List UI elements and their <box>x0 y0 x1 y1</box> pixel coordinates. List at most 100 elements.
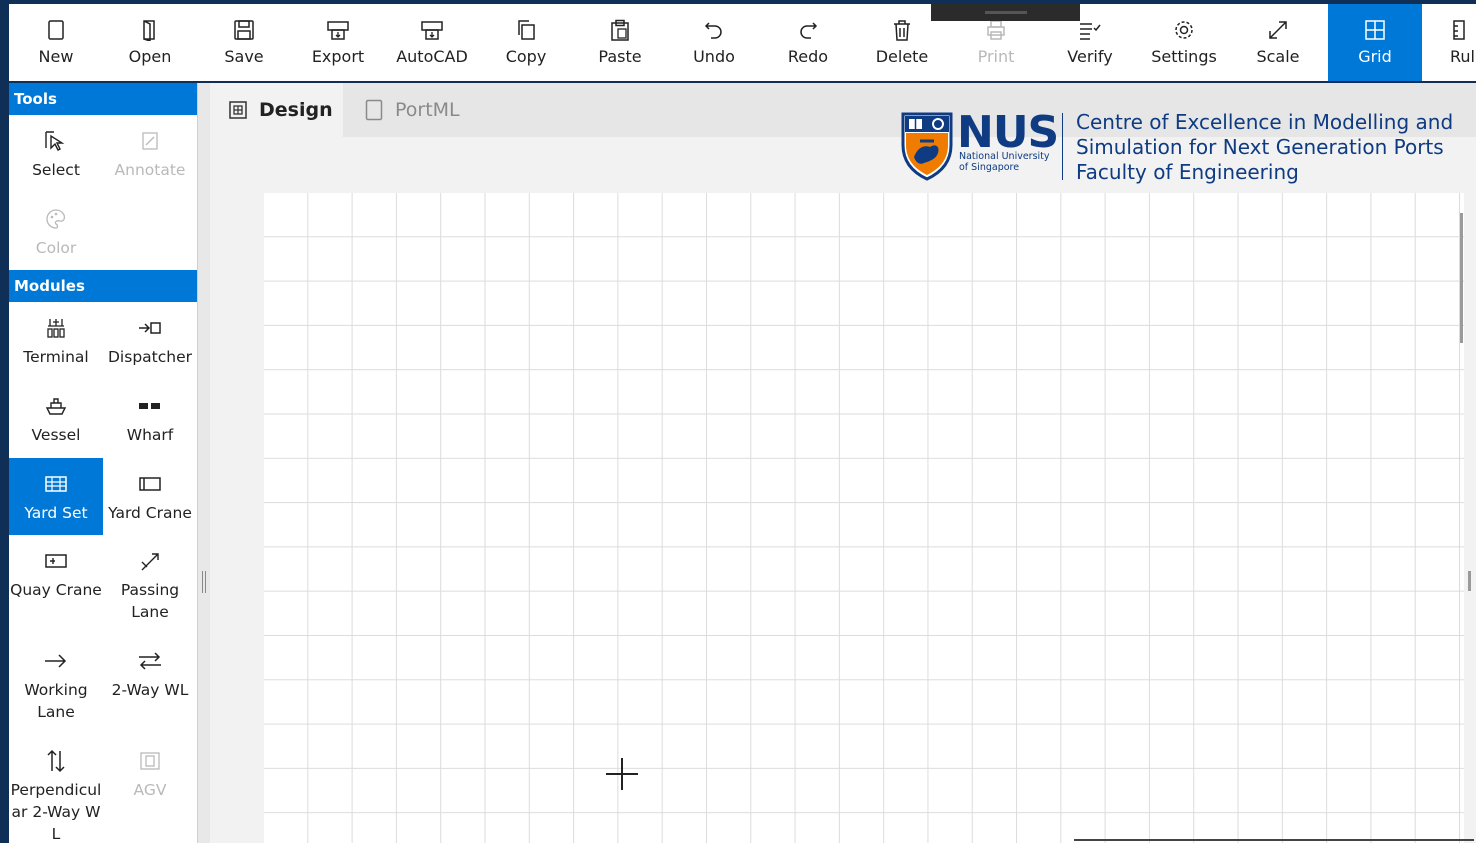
logo-divider <box>1062 113 1063 180</box>
agv-module-button[interactable]: AGV <box>103 735 197 843</box>
ruler-button[interactable]: Rul <box>1422 4 1476 81</box>
vessel-module-button[interactable]: Vessel <box>9 380 103 458</box>
working-lane-label: Working Lane <box>24 681 88 721</box>
redo-icon <box>797 17 819 43</box>
scale-button[interactable]: Scale <box>1231 4 1325 81</box>
wharf-module-button[interactable]: Wharf <box>103 380 197 458</box>
nus-full-name: National University of Singapore <box>959 151 1050 173</box>
perpendicular-two-way-wl-module-button[interactable]: Perpendicular 2-Way WL <box>9 735 103 843</box>
undo-label: Undo <box>693 47 735 66</box>
dispatcher-module-button[interactable]: Dispatcher <box>103 302 197 380</box>
redo-label: Redo <box>787 47 829 66</box>
paste-button[interactable]: Paste <box>573 4 667 81</box>
design-canvas[interactable] <box>264 193 1464 843</box>
redo-button[interactable]: Redo <box>761 4 855 81</box>
undo-button[interactable]: Undo <box>667 4 761 81</box>
tools-header: Tools <box>9 83 197 115</box>
tab-portml-label: PortML <box>395 99 460 121</box>
open-file-icon <box>140 17 160 43</box>
save-label: Save <box>224 47 264 66</box>
passing-lane-module-button[interactable]: Passing Lane <box>103 535 197 635</box>
two-way-wl-label: 2-Way WL <box>111 681 189 699</box>
centre-line-1: Centre of Excellence in Modelling and <box>1076 110 1454 134</box>
yard-crane-label: Yard Crane <box>108 504 192 522</box>
dispatcher-label: Dispatcher <box>108 348 192 366</box>
tab-portml[interactable]: PortML <box>343 83 473 137</box>
dispatcher-icon <box>137 316 163 340</box>
terminal-module-button[interactable]: Terminal <box>9 302 103 380</box>
settings-label: Settings <box>1151 47 1217 66</box>
autocad-icon <box>420 17 444 43</box>
export-button[interactable]: Export <box>291 4 385 81</box>
design-grid-icon <box>229 101 247 119</box>
open-label: Open <box>128 47 172 66</box>
canvas-bottom-edge <box>1074 839 1474 841</box>
export-icon <box>326 17 350 43</box>
yard-crane-module-button[interactable]: Yard Crane <box>103 458 197 535</box>
tab-design[interactable]: Design <box>210 83 343 137</box>
color-tool-button[interactable]: Color <box>9 193 103 271</box>
right-panel-grip[interactable] <box>1468 571 1471 591</box>
perpendicular-two-way-wl-label: Perpendicular 2-Way WL <box>10 781 102 843</box>
agv-icon <box>137 749 163 773</box>
copy-label: Copy <box>505 47 547 66</box>
centre-line-2: Simulation for Next Generation Ports <box>1076 135 1444 159</box>
annotate-tool-button[interactable]: Annotate <box>103 115 197 193</box>
vessel-icon <box>44 394 68 418</box>
grid-icon <box>1364 17 1386 43</box>
autocad-label: AutoCAD <box>396 47 468 66</box>
open-button[interactable]: Open <box>103 4 197 81</box>
select-label: Select <box>32 161 80 179</box>
passing-lane-icon <box>138 549 162 573</box>
wharf-icon <box>137 394 163 418</box>
quay-crane-module-button[interactable]: Quay Crane <box>9 535 103 635</box>
yard-set-icon <box>44 472 68 496</box>
two-way-arrows-icon <box>137 649 163 673</box>
wharf-label: Wharf <box>126 426 174 444</box>
grid-button[interactable]: Grid <box>1328 4 1422 81</box>
undo-icon <box>703 17 725 43</box>
window-drag-handle[interactable] <box>931 4 1080 21</box>
scale-icon <box>1267 17 1289 43</box>
autocad-button[interactable]: AutoCAD <box>385 4 479 81</box>
quay-crane-icon <box>43 549 69 573</box>
app-window: { "toolbar": { "buttons": [ {"label": "N… <box>0 0 1476 843</box>
terminal-icon <box>45 316 67 340</box>
paste-label: Paste <box>598 47 642 66</box>
yard-set-label: Yard Set <box>24 504 88 522</box>
yard-set-module-button[interactable]: Yard Set <box>9 458 103 535</box>
vessel-label: Vessel <box>31 426 81 444</box>
select-tool-button[interactable]: Select <box>9 115 103 193</box>
yard-crane-icon <box>137 472 163 496</box>
select-pointer-icon <box>44 129 68 153</box>
nus-crest-icon <box>901 112 953 181</box>
canvas-vertical-scrollbar[interactable] <box>1460 213 1463 343</box>
annotate-icon <box>139 129 161 153</box>
ruler-icon <box>1450 17 1472 43</box>
nus-full-name-line1: National University <box>959 151 1050 162</box>
working-lane-icon <box>43 649 69 673</box>
verify-icon <box>1078 17 1102 43</box>
modules-header: Modules <box>9 270 197 302</box>
new-button[interactable]: New <box>9 4 103 81</box>
annotate-label: Annotate <box>114 161 186 179</box>
document-icon <box>365 99 383 121</box>
agv-label: AGV <box>133 781 167 799</box>
new-file-icon <box>46 17 66 43</box>
perpendicular-arrows-icon <box>44 749 68 773</box>
scale-label: Scale <box>1256 47 1300 66</box>
copy-button[interactable]: Copy <box>479 4 573 81</box>
working-lane-module-button[interactable]: Working Lane <box>9 635 103 735</box>
ruler-label: Rul <box>1450 47 1475 66</box>
passing-lane-label: Passing Lane <box>120 581 180 621</box>
crosshair-cursor-icon <box>606 758 638 790</box>
export-label: Export <box>311 47 365 66</box>
save-button[interactable]: Save <box>197 4 291 81</box>
gear-icon <box>1173 17 1195 43</box>
settings-button[interactable]: Settings <box>1137 4 1231 81</box>
color-label: Color <box>35 239 77 257</box>
delete-label: Delete <box>875 47 929 66</box>
sidebar-splitter[interactable] <box>197 83 210 843</box>
two-way-wl-module-button[interactable]: 2-Way WL <box>103 635 197 735</box>
save-icon <box>233 17 255 43</box>
